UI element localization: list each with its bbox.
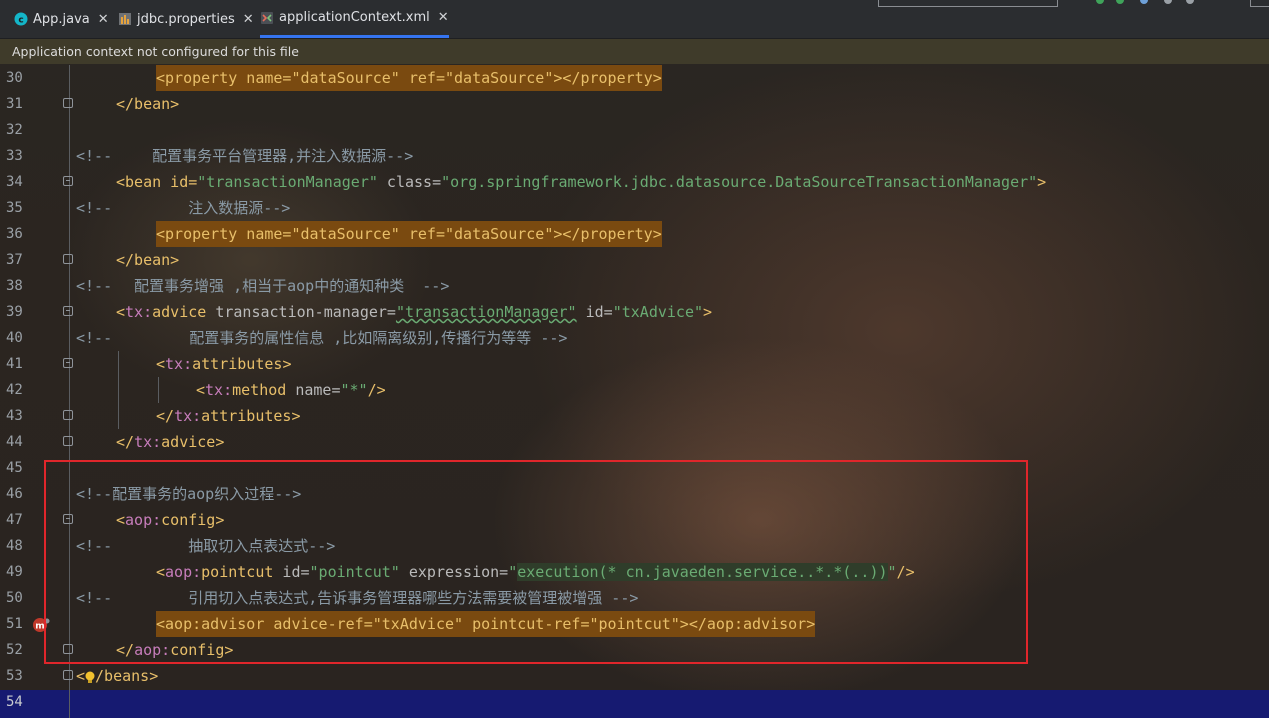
ide-window: { "tabs": [ {"label": "App.java", "icon"… (0, 0, 1269, 718)
line-number: 43 (6, 408, 23, 424)
tab-jdbc-properties[interactable]: jdbc.properties ✕ (118, 0, 254, 38)
code-line[interactable]: 44 </tx:advice> (0, 429, 1269, 455)
line-number: 45 (6, 460, 23, 476)
line-number: 53 (6, 668, 23, 684)
fold-marker[interactable] (63, 306, 73, 316)
code-line[interactable]: 42 <tx:method name="*"/> (0, 377, 1269, 403)
line-number: 32 (6, 122, 23, 138)
line-number: 34 (6, 174, 23, 190)
code-line[interactable]: 37 </bean> (0, 247, 1269, 273)
code-line[interactable]: 36 <property name="dataSource" ref="data… (0, 221, 1269, 247)
comment-text: 注入数据源--> (116, 199, 291, 217)
tab-applicationcontext-xml[interactable]: applicationContext.xml ✕ (260, 0, 449, 38)
banner-text: Application context not configured for t… (12, 44, 299, 59)
line-number: 52 (6, 642, 23, 658)
svg-text:c: c (18, 16, 23, 26)
code-editor[interactable]: 30 <property name="dataSource" ref="data… (0, 65, 1269, 718)
tab-app-java[interactable]: c App.java ✕ (14, 0, 109, 38)
code-line[interactable]: 40 <!-- 配置事务的属性信息 ,比如隔离级别,传播行为等等 --> (0, 325, 1269, 351)
code-text: <tx:method name="*"/> (196, 381, 386, 399)
line-number: 48 (6, 538, 23, 554)
line-number: 54 (6, 694, 23, 710)
window-control-edge[interactable] (1250, 0, 1269, 7)
xml-file-icon (260, 11, 274, 25)
line-number: 30 (6, 70, 23, 86)
line-number: 31 (6, 96, 23, 112)
code-line[interactable]: 35 <!-- 注入数据源--> (0, 195, 1269, 221)
comment-open: <!-- (76, 147, 113, 165)
comment-text: 配置事务的属性信息 ,比如隔离级别,传播行为等等 --> (126, 329, 568, 347)
line-number: 51 (6, 616, 23, 632)
line-number: 41 (6, 356, 23, 372)
code-line[interactable]: 54 (0, 689, 1269, 715)
properties-file-icon (118, 12, 132, 26)
code-line[interactable]: 41 <tx:attributes> (0, 351, 1269, 377)
line-number: 49 (6, 564, 23, 580)
line-number: 47 (6, 512, 23, 528)
fold-marker[interactable] (63, 410, 73, 420)
code-text: </tx:attributes> (156, 407, 301, 425)
comment-text: 配置事务增强 ,相当于aop中的通知种类 --> (116, 277, 450, 295)
highlight-annotation-box (44, 460, 1028, 664)
close-icon[interactable]: ✕ (243, 12, 254, 27)
java-class-icon: c (14, 12, 28, 26)
comment-open: <!-- (76, 277, 113, 295)
code-line[interactable]: 30 <property name="dataSource" ref="data… (0, 65, 1269, 91)
line-number: 39 (6, 304, 23, 320)
code-text: <tx:attributes> (156, 355, 292, 373)
comment-open: <!-- (76, 329, 113, 347)
line-number: 36 (6, 226, 23, 242)
lightbulb-icon[interactable] (84, 671, 96, 685)
line-number: 46 (6, 486, 23, 502)
editor-tab-bar: c App.java ✕ jdbc.properties ✕ applicati… (0, 0, 1269, 39)
line-number: 40 (6, 330, 23, 346)
code-text: <property name="dataSource" ref="dataSou… (156, 65, 662, 91)
comment-text: 配置事务平台管理器,并注入数据源--> (116, 147, 414, 165)
code-text: </bean> (116, 251, 180, 269)
code-text: <bean id="transactionManager" class="org… (116, 173, 1047, 191)
code-line[interactable]: 38 <!-- 配置事务增强 ,相当于aop中的通知种类 --> (0, 273, 1269, 299)
code-text: </tx:advice> (116, 433, 225, 451)
fold-marker[interactable] (63, 358, 73, 368)
toolbar-icons[interactable] (1088, 0, 1198, 6)
context-warning-banner: Application context not configured for t… (0, 39, 1269, 64)
line-number: 38 (6, 278, 23, 294)
line-number: 44 (6, 434, 23, 450)
comment-open: <!-- (76, 199, 113, 217)
fold-marker[interactable] (63, 254, 73, 264)
code-line[interactable]: 31 </bean> (0, 91, 1269, 117)
tab-label: App.java (33, 11, 90, 27)
code-line[interactable]: 39 <tx:advice transaction-manager="trans… (0, 299, 1269, 325)
code-line[interactable]: 34 <bean id="transactionManager" class="… (0, 169, 1269, 195)
code-line[interactable]: 53 </beans> (0, 663, 1269, 689)
line-number: 42 (6, 382, 23, 398)
tab-label: applicationContext.xml (279, 10, 430, 25)
line-number: 37 (6, 252, 23, 268)
tab-label: jdbc.properties (137, 11, 235, 27)
code-line[interactable]: 32 (0, 117, 1269, 143)
search-field-edge[interactable] (878, 0, 1058, 7)
fold-marker[interactable] (63, 670, 73, 680)
code-line[interactable]: 43 </tx:attributes> (0, 403, 1269, 429)
line-number: 33 (6, 148, 23, 164)
code-text: <tx:advice transaction-manager="transact… (116, 303, 713, 321)
code-line[interactable]: 33 <!-- 配置事务平台管理器,并注入数据源--> (0, 143, 1269, 169)
code-text: </bean> (116, 95, 180, 113)
close-icon[interactable]: ✕ (438, 10, 449, 25)
close-icon[interactable]: ✕ (98, 12, 109, 27)
line-number: 35 (6, 200, 23, 216)
fold-marker[interactable] (63, 436, 73, 446)
fold-marker[interactable] (63, 176, 73, 186)
fold-marker[interactable] (63, 98, 73, 108)
line-number: 50 (6, 590, 23, 606)
code-text: <property name="dataSource" ref="dataSou… (156, 221, 662, 247)
